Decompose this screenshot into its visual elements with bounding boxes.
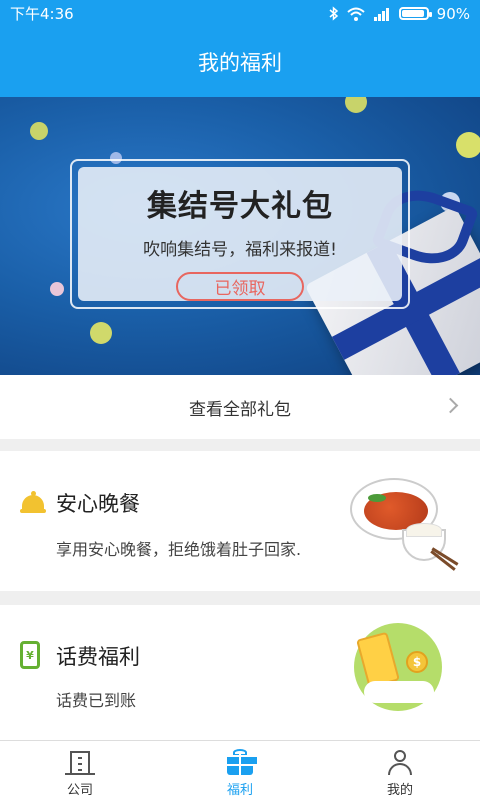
- phone-credit-benefit-card[interactable]: ¥ 话费福利 话费已到账 $: [0, 605, 480, 740]
- status-bar: 下午4:36 90%: [0, 0, 480, 27]
- gift-banner[interactable]: 集结号大礼包 吹响集结号，福利来报道! 已领取: [0, 97, 480, 375]
- bottom-tab-bar: 公司 福利 我的: [0, 740, 480, 800]
- gift-card-subtitle: 吹响集结号，福利来报道!: [143, 240, 337, 260]
- decor-ball: [345, 97, 367, 113]
- claimed-button[interactable]: 已领取: [176, 272, 304, 301]
- tab-me[interactable]: 我的: [320, 741, 480, 800]
- status-time: 下午4:36: [10, 5, 74, 23]
- wifi-icon: [346, 7, 365, 21]
- tab-benefits[interactable]: 福利: [160, 741, 320, 800]
- phone-yuan-icon: ¥: [20, 641, 40, 669]
- view-all-gifts-label: 查看全部礼包: [189, 399, 291, 420]
- tab-company[interactable]: 公司: [0, 741, 160, 800]
- gift-card-title: 集结号大礼包: [147, 189, 333, 224]
- phone-credit-description: 话费已到账: [56, 691, 137, 710]
- signal-icon: [373, 7, 389, 21]
- bluetooth-icon: [329, 6, 338, 21]
- tab-me-label: 我的: [386, 783, 413, 798]
- decor-ball: [456, 132, 480, 158]
- gift-icon: [225, 749, 259, 777]
- view-all-gifts-row[interactable]: 查看全部礼包: [0, 375, 480, 439]
- decor-ball: [90, 322, 112, 344]
- status-icons: 90%: [329, 5, 470, 23]
- dinner-cloche-icon: [20, 491, 46, 515]
- battery-icon: [398, 7, 432, 20]
- building-icon: [65, 749, 95, 777]
- gift-card: 集结号大礼包 吹响集结号，福利来报道! 已领取: [78, 167, 402, 301]
- chevron-right-icon: [442, 397, 459, 414]
- phone-credit-title: 话费福利: [56, 645, 140, 669]
- page-title: 我的福利: [198, 51, 282, 75]
- decor-ball: [50, 282, 64, 296]
- tab-benefits-label: 福利: [226, 783, 253, 798]
- battery-percent: 90%: [436, 4, 470, 23]
- decor-ball: [30, 122, 48, 140]
- user-icon: [385, 749, 415, 777]
- dinner-description: 享用安心晚餐，拒绝饿着肚子回家.: [56, 540, 302, 559]
- title-bar: 我的福利: [0, 27, 480, 97]
- dinner-title: 安心晚餐: [56, 492, 140, 516]
- phone-credit-illustration: $: [354, 623, 444, 718]
- gift-card-frame: 集结号大礼包 吹响集结号，福利来报道! 已领取: [70, 159, 410, 309]
- dinner-benefit-card[interactable]: 安心晚餐 享用安心晚餐，拒绝饿着肚子回家.: [0, 451, 480, 591]
- tab-company-label: 公司: [66, 783, 93, 798]
- dinner-illustration: [350, 473, 460, 573]
